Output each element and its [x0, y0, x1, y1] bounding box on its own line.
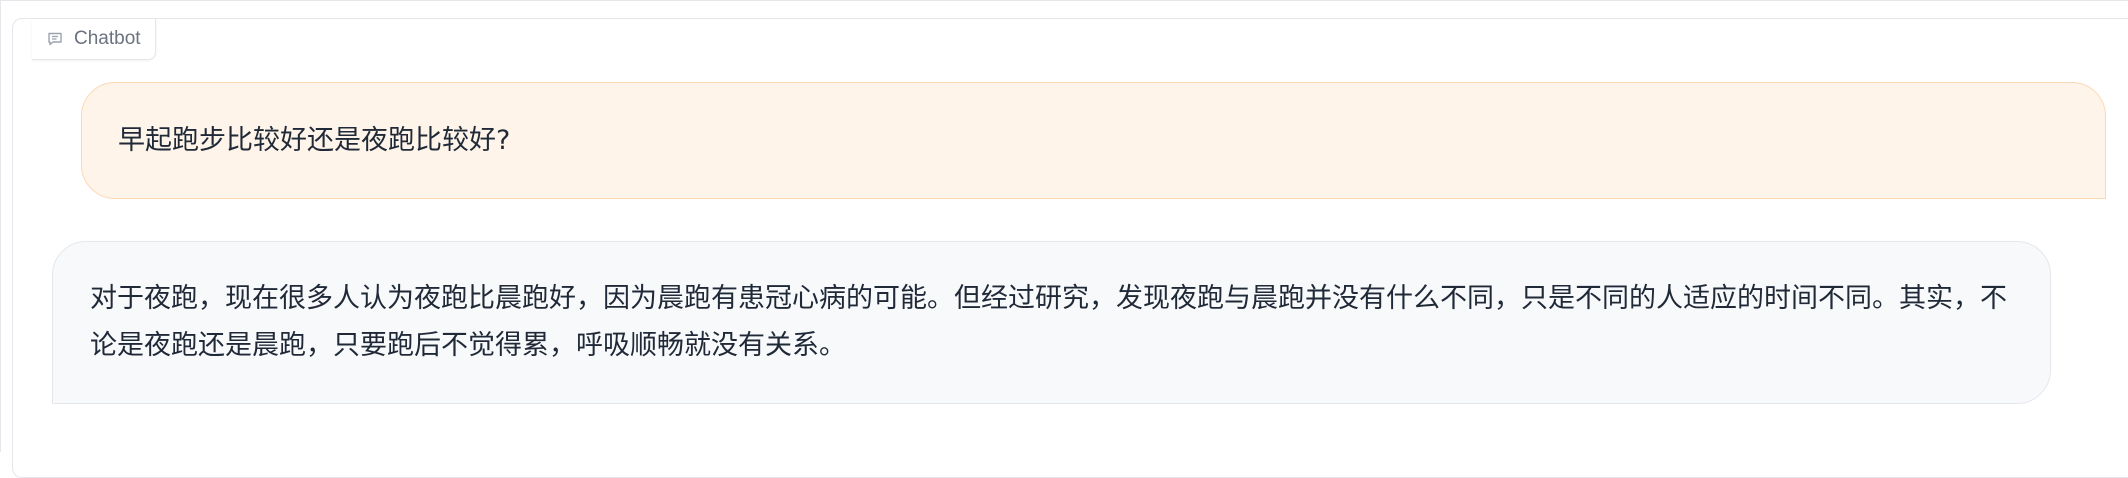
chatbot-label-text: Chatbot: [74, 28, 141, 49]
bot-message-bubble: 对于夜跑，现在很多人认为夜跑比晨跑好，因为晨跑有患冠心病的可能。但经过研究，发现…: [52, 241, 2051, 404]
chatbot-label: Chatbot: [32, 19, 156, 60]
chat-bubble-icon: [46, 30, 64, 48]
user-message-text: 早起跑步比较好还是夜跑比较好?: [118, 125, 511, 156]
bot-message-text: 对于夜跑，现在很多人认为夜跑比晨跑好，因为晨跑有患冠心病的可能。但经过研究，发现…: [90, 283, 2007, 361]
user-message-bubble: 早起跑步比较好还是夜跑比较好?: [81, 82, 2106, 199]
